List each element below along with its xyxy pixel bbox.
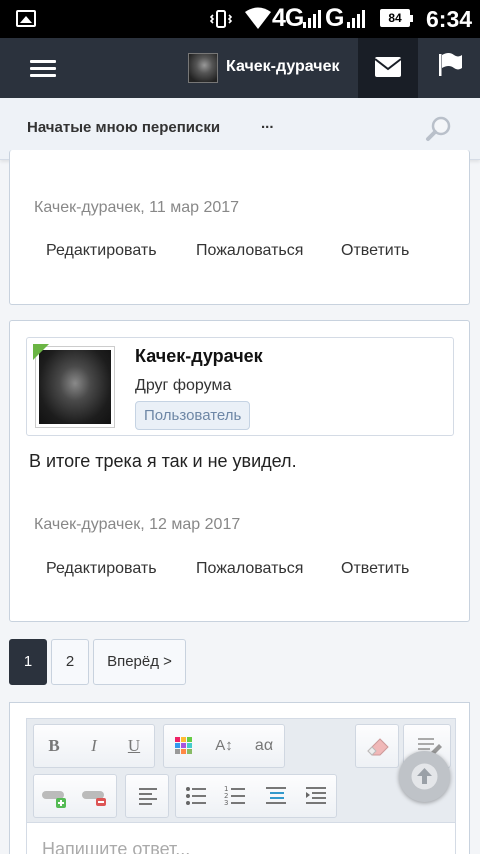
status-bar: 4G G 84 6:34 bbox=[0, 0, 480, 38]
post-author-block: Качек-дурачек Друг форума Пользователь bbox=[26, 337, 454, 436]
bullet-list-icon bbox=[186, 787, 206, 805]
search-icon[interactable] bbox=[424, 114, 454, 144]
indent-icon bbox=[306, 787, 326, 804]
post-meta[interactable]: Качек-дурачек, 11 мар 2017 bbox=[34, 199, 239, 217]
text-style-group: B I U bbox=[33, 724, 155, 768]
account-username[interactable]: Качек-дурачек bbox=[226, 58, 340, 76]
clock: 6:34 bbox=[426, 6, 473, 32]
menu-button[interactable] bbox=[0, 38, 84, 98]
italic-button[interactable]: I bbox=[74, 725, 114, 767]
post-message: В итоге трека я так и не увидел. bbox=[29, 451, 297, 471]
bullet-list-button[interactable] bbox=[176, 775, 216, 817]
outdent-button[interactable] bbox=[256, 775, 296, 817]
indent-button[interactable] bbox=[296, 775, 336, 817]
reply-post-link[interactable]: Ответить bbox=[341, 242, 409, 260]
vibrate-icon bbox=[210, 10, 232, 28]
battery-icon: 84 bbox=[380, 9, 413, 27]
remove-formatting-button[interactable] bbox=[358, 725, 398, 767]
link-remove-icon bbox=[82, 791, 106, 806]
post: Качек-дурачек, 11 мар 2017 Редактировать… bbox=[9, 150, 470, 305]
edit-post-link[interactable]: Редактировать bbox=[46, 560, 157, 578]
numbered-list-button[interactable]: 1 2 3 bbox=[216, 775, 256, 817]
author-title: Друг форума bbox=[135, 377, 232, 394]
font-size-icon: A↕ bbox=[215, 737, 233, 754]
eraser-icon bbox=[367, 738, 389, 756]
text-color-button[interactable] bbox=[164, 725, 204, 767]
numbered-list-icon: 1 2 3 bbox=[224, 785, 245, 807]
scroll-to-top-button[interactable] bbox=[399, 751, 450, 802]
network-type-label: 4G bbox=[272, 4, 304, 32]
wifi-icon bbox=[245, 7, 271, 29]
align-left-icon bbox=[139, 788, 157, 805]
top-navigation: Качек-дурачек bbox=[0, 38, 480, 98]
color-palette-icon bbox=[175, 737, 192, 754]
report-post-link[interactable]: Пожаловаться bbox=[196, 560, 303, 578]
align-button[interactable] bbox=[128, 775, 168, 817]
page-1-button[interactable]: 1 bbox=[9, 639, 47, 685]
alerts-button[interactable] bbox=[418, 38, 480, 98]
rich-text-editor: B I U A↕ aα 1 2 3 Напишите ответ... bbox=[26, 718, 456, 854]
edit-post-link[interactable]: Редактировать bbox=[46, 242, 157, 260]
online-status-indicator bbox=[33, 344, 49, 360]
font-size-button[interactable]: A↕ bbox=[204, 725, 244, 767]
hamburger-icon-bar bbox=[30, 67, 56, 70]
bold-button[interactable]: B bbox=[34, 725, 74, 767]
hamburger-icon-bar bbox=[30, 74, 56, 77]
page-2-button[interactable]: 2 bbox=[51, 639, 89, 685]
reply-textarea[interactable]: Напишите ответ... bbox=[27, 822, 455, 854]
outdent-icon bbox=[266, 787, 286, 804]
next-page-button[interactable]: Вперёд > bbox=[93, 639, 186, 685]
list-group: 1 2 3 bbox=[175, 774, 337, 818]
reply-placeholder: Напишите ответ... bbox=[42, 839, 191, 854]
envelope-icon bbox=[374, 57, 402, 77]
remove-link-button[interactable] bbox=[76, 775, 116, 817]
gallery-notification-icon bbox=[16, 10, 36, 27]
signal-strength-icon-2 bbox=[347, 10, 365, 28]
more-menu-button[interactable]: ... bbox=[261, 115, 274, 132]
post: Качек-дурачек Друг форума Пользователь В… bbox=[9, 320, 470, 622]
started-conversations-link[interactable]: Начатые мною переписки bbox=[27, 119, 220, 136]
author-username[interactable]: Качек-дурачек bbox=[135, 346, 263, 367]
avatar-image bbox=[39, 350, 111, 424]
align-group bbox=[125, 774, 169, 818]
hamburger-icon bbox=[30, 60, 56, 63]
arrow-up-icon bbox=[411, 763, 438, 790]
font-family-button[interactable]: aα bbox=[244, 725, 284, 767]
reply-post-link[interactable]: Ответить bbox=[341, 560, 409, 578]
underline-button[interactable]: U bbox=[114, 725, 154, 767]
font-family-icon: aα bbox=[254, 737, 274, 754]
post-meta[interactable]: Качек-дурачек, 12 мар 2017 bbox=[34, 516, 240, 534]
link-group bbox=[33, 774, 117, 818]
signal-strength-icon bbox=[303, 10, 321, 28]
svg-text:3: 3 bbox=[224, 799, 228, 807]
link-add-icon bbox=[42, 791, 66, 808]
user-group-badge: Пользователь bbox=[135, 401, 251, 430]
font-group: A↕ aα bbox=[163, 724, 285, 768]
network-type-label-2: G bbox=[325, 4, 345, 32]
report-post-link[interactable]: Пожаловаться bbox=[196, 242, 303, 260]
inbox-button[interactable] bbox=[358, 38, 418, 98]
user-avatar-small[interactable] bbox=[188, 53, 218, 83]
flag-icon bbox=[439, 53, 462, 76]
insert-link-button[interactable] bbox=[34, 775, 74, 817]
remove-format-group bbox=[355, 724, 399, 768]
